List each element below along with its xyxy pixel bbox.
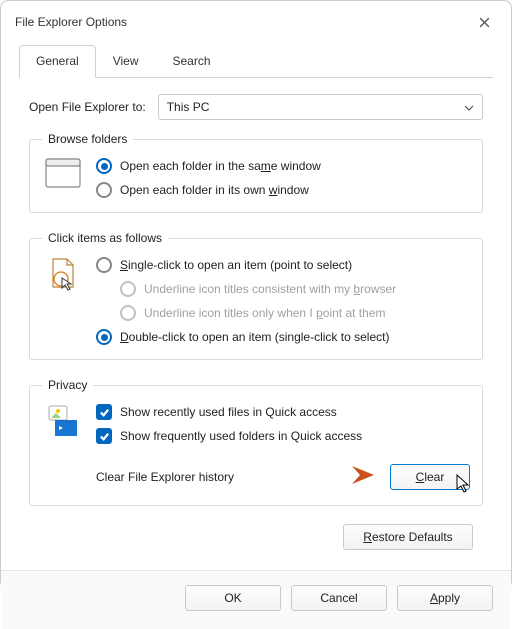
underline-point-option: Underline icon titles only when I point … — [120, 305, 396, 321]
click-file-icon — [47, 257, 79, 291]
recent-files-option[interactable]: Show recently used files in Quick access — [96, 404, 470, 420]
privacy-group: Privacy Show recently used fil — [29, 378, 483, 506]
frequent-folders-label: Show frequently used folders in Quick ac… — [120, 429, 362, 443]
click-icon-box — [42, 255, 84, 345]
tab-search[interactable]: Search — [156, 45, 228, 78]
clear-history-label: Clear File Explorer history — [96, 470, 234, 484]
window-icon — [45, 158, 81, 188]
radio-icon — [96, 158, 112, 174]
underline-browser-option: Underline icon titles consistent with my… — [120, 281, 396, 297]
tab-view[interactable]: View — [96, 45, 156, 78]
restore-row: Restore Defaults — [29, 524, 483, 560]
radio-icon — [96, 257, 112, 273]
window-title: File Explorer Options — [15, 15, 127, 29]
click-legend: Click items as follows — [42, 231, 168, 245]
radio-icon — [120, 281, 136, 297]
radio-icon — [96, 329, 112, 345]
restore-defaults-button[interactable]: Restore Defaults — [343, 524, 473, 550]
radio-icon — [96, 182, 112, 198]
tab-strip: General View Search — [19, 45, 493, 78]
browse-own-label: Open each folder in its own window — [120, 183, 309, 197]
clear-button[interactable]: Clear — [390, 464, 470, 490]
browse-same-window-option[interactable]: Open each folder in the same window — [96, 158, 321, 174]
browse-own-window-option[interactable]: Open each folder in its own window — [96, 182, 321, 198]
titlebar: File Explorer Options — [1, 1, 511, 41]
cancel-label: Cancel — [320, 591, 357, 605]
single-click-option[interactable]: Single-click to open an item (point to s… — [96, 257, 396, 273]
double-click-option[interactable]: Double-click to open an item (single-cli… — [96, 329, 396, 345]
quick-access-icon — [45, 404, 81, 438]
open-to-select[interactable]: This PC — [158, 94, 483, 120]
single-click-label: Single-click to open an item (point to s… — [120, 258, 352, 272]
tab-view-label: View — [113, 54, 139, 68]
clear-history-row: Clear File Explorer history Clear — [96, 462, 470, 491]
close-button[interactable] — [469, 11, 499, 33]
restore-defaults-label: Restore Defaults — [363, 530, 452, 544]
content-area: General View Search Open File Explorer t… — [1, 41, 511, 570]
open-to-label: Open File Explorer to: — [29, 100, 146, 114]
panel-general: Open File Explorer to: This PC Browse fo… — [19, 78, 493, 570]
tab-general-label: General — [36, 54, 79, 68]
privacy-legend: Privacy — [42, 378, 93, 392]
privacy-icon-box — [42, 402, 84, 491]
ok-label: OK — [224, 591, 241, 605]
tab-search-label: Search — [173, 54, 211, 68]
click-items-group: Click items as follows Single-click to o… — [29, 231, 483, 360]
double-click-label: Double-click to open an item (single-cli… — [120, 330, 389, 344]
arrow-right-icon — [350, 462, 380, 491]
browse-same-label: Open each folder in the same window — [120, 159, 321, 173]
recent-files-label: Show recently used files in Quick access — [120, 405, 337, 419]
checkbox-icon — [96, 404, 112, 420]
clear-button-label: Clear — [416, 470, 445, 484]
close-icon — [479, 17, 490, 28]
radio-icon — [120, 305, 136, 321]
apply-label: Apply — [430, 591, 460, 605]
open-to-row: Open File Explorer to: This PC — [29, 94, 483, 120]
open-to-value: This PC — [167, 100, 210, 114]
browse-legend: Browse folders — [42, 132, 133, 146]
frequent-folders-option[interactable]: Show frequently used folders in Quick ac… — [96, 428, 470, 444]
underline-point-label: Underline icon titles only when I point … — [144, 306, 385, 320]
browse-icon — [42, 156, 84, 198]
checkbox-icon — [96, 428, 112, 444]
tab-general[interactable]: General — [19, 45, 96, 78]
button-bar: OK Cancel Apply — [1, 570, 511, 629]
chevron-down-icon — [464, 100, 474, 114]
browse-folders-group: Browse folders Open each folder in the s… — [29, 132, 483, 213]
underline-browser-label: Underline icon titles consistent with my… — [144, 282, 396, 296]
